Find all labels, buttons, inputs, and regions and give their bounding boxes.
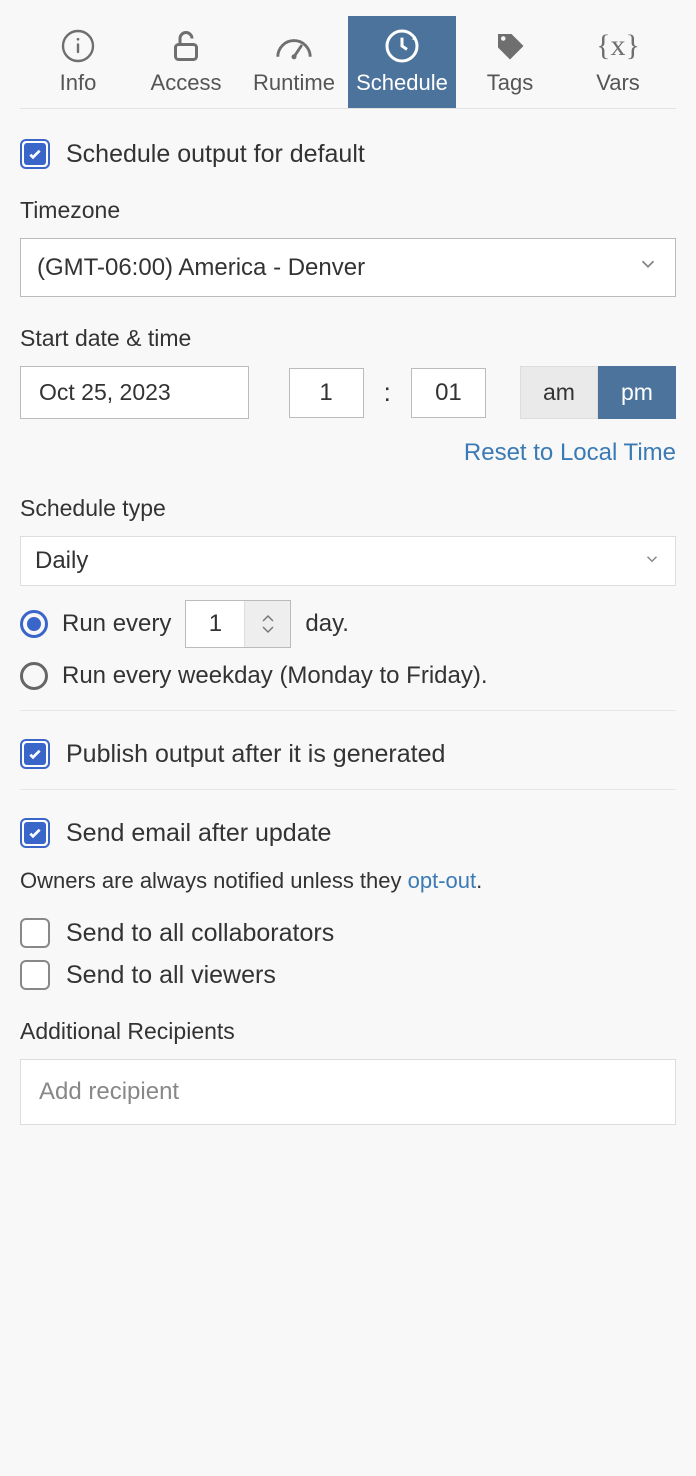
- tab-runtime[interactable]: Runtime: [240, 16, 348, 108]
- start-label: Start date & time: [20, 325, 676, 352]
- add-recipient-input[interactable]: Add recipient: [20, 1059, 676, 1125]
- tab-vars[interactable]: {x} Vars: [564, 16, 672, 108]
- schedule-type-value: Daily: [35, 547, 88, 575]
- clock-refresh-icon: [380, 26, 424, 66]
- tab-label: Info: [60, 70, 97, 96]
- publish-output-label: Publish output after it is generated: [66, 740, 445, 769]
- send-viewers-checkbox[interactable]: [20, 960, 50, 990]
- tab-label: Runtime: [253, 70, 335, 96]
- tab-tags[interactable]: Tags: [456, 16, 564, 108]
- schedule-output-checkbox[interactable]: [20, 139, 50, 169]
- opt-out-link[interactable]: opt-out: [408, 868, 477, 893]
- start-date-input[interactable]: Oct 25, 2023: [20, 366, 249, 419]
- tab-access[interactable]: Access: [132, 16, 240, 108]
- info-icon: [60, 26, 96, 66]
- send-email-label: Send email after update: [66, 819, 331, 848]
- send-collaborators-checkbox[interactable]: [20, 918, 50, 948]
- tab-label: Vars: [596, 70, 640, 96]
- run-every-stepper[interactable]: 1: [185, 600, 291, 648]
- time-colon: :: [384, 377, 391, 408]
- send-viewers-label: Send to all viewers: [66, 961, 276, 990]
- tab-label: Schedule: [356, 70, 448, 96]
- run-every-value: 1: [186, 601, 244, 647]
- start-hour-input[interactable]: 1: [289, 368, 364, 418]
- tab-info[interactable]: Info: [24, 16, 132, 108]
- recipients-label: Additional Recipients: [20, 1018, 676, 1045]
- lock-open-icon: [168, 26, 204, 66]
- reset-local-time-link[interactable]: Reset to Local Time: [20, 439, 676, 467]
- start-minute-input[interactable]: 01: [411, 368, 486, 418]
- tab-label: Tags: [487, 70, 533, 96]
- schedule-type-label: Schedule type: [20, 495, 676, 522]
- owners-note: Owners are always notified unless they o…: [20, 868, 676, 894]
- stepper-controls-icon[interactable]: [244, 601, 290, 647]
- schedule-type-select[interactable]: Daily: [20, 536, 676, 586]
- chevron-down-icon: [643, 547, 661, 575]
- schedule-output-label: Schedule output for default: [66, 140, 365, 169]
- timezone-label: Timezone: [20, 197, 676, 224]
- tab-bar: Info Access Runtime Schedule Tags {x} Va…: [20, 0, 676, 109]
- run-weekday-label: Run every weekday (Monday to Friday).: [62, 662, 488, 690]
- tab-label: Access: [151, 70, 222, 96]
- am-button[interactable]: am: [520, 366, 598, 419]
- gauge-icon: [272, 26, 316, 66]
- pm-button[interactable]: pm: [598, 366, 676, 419]
- timezone-select[interactable]: (GMT-06:00) America - Denver: [20, 238, 676, 297]
- send-email-checkbox[interactable]: [20, 818, 50, 848]
- run-every-radio[interactable]: [20, 610, 48, 638]
- chevron-down-icon: [637, 253, 659, 282]
- tab-schedule[interactable]: Schedule: [348, 16, 456, 108]
- publish-output-checkbox[interactable]: [20, 739, 50, 769]
- tag-icon: [492, 26, 528, 66]
- timezone-value: (GMT-06:00) America - Denver: [37, 254, 365, 282]
- run-every-suffix: day.: [305, 610, 349, 638]
- ampm-toggle: am pm: [520, 366, 676, 419]
- vars-icon: {x}: [596, 26, 640, 66]
- send-collaborators-label: Send to all collaborators: [66, 919, 334, 948]
- run-every-prefix: Run every: [62, 610, 171, 638]
- schedule-panel: Schedule output for default Timezone (GM…: [0, 109, 696, 1165]
- run-weekday-radio[interactable]: [20, 662, 48, 690]
